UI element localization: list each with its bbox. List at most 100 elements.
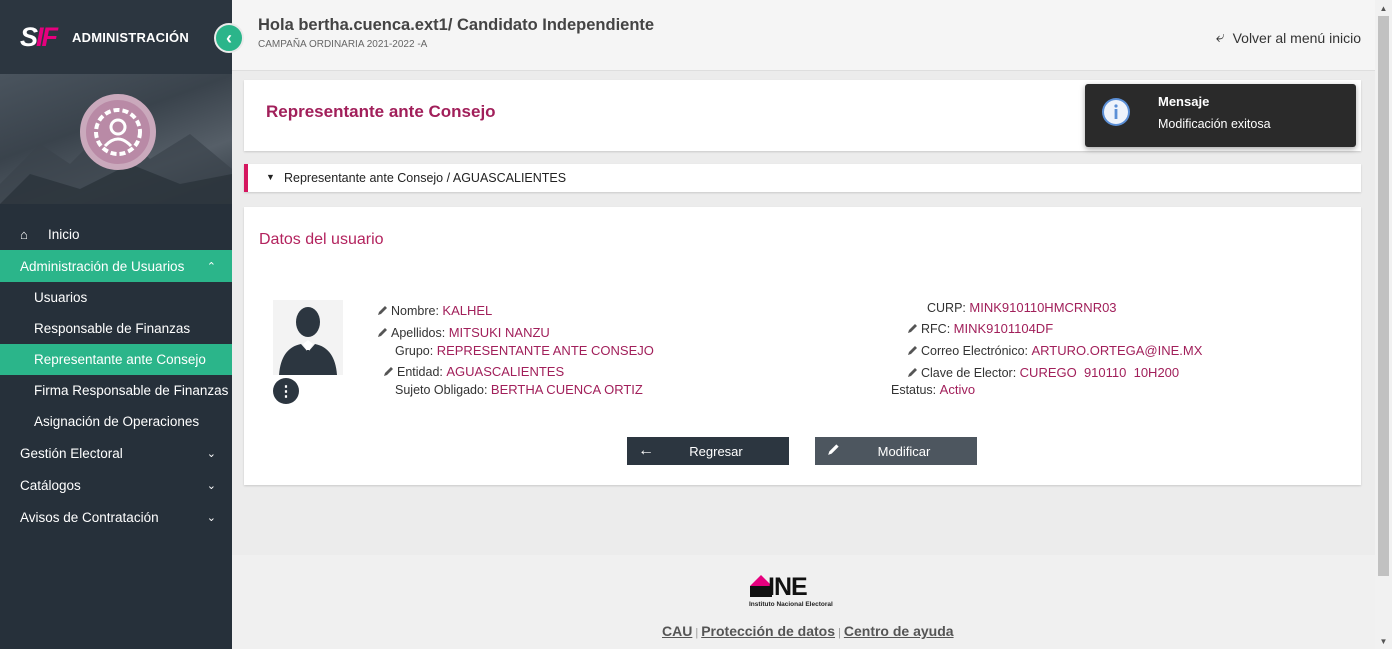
logo-s: S bbox=[20, 21, 38, 52]
toast-message: Modificación exitosa bbox=[1158, 117, 1271, 131]
ine-logo-text: INE bbox=[768, 573, 808, 601]
sidebar-subitem-usuarios[interactable]: Usuarios bbox=[0, 282, 232, 313]
back-button-label: Regresar bbox=[689, 443, 743, 459]
sidebar-item-admin-usuarios[interactable]: Administración de Usuarios ⌃ bbox=[0, 250, 232, 282]
pencil-icon[interactable] bbox=[907, 322, 919, 334]
field-apellidos: Apellidos: MITSUKI NANZU bbox=[377, 325, 550, 340]
toast-title: Mensaje bbox=[1158, 94, 1210, 109]
sidebar-item-label: Gestión Electoral bbox=[20, 445, 123, 461]
field-curp: CURP: MINK910110HMCRNR03 bbox=[927, 300, 1117, 315]
field-label: Apellidos: bbox=[391, 326, 446, 340]
pencil-icon[interactable] bbox=[907, 344, 919, 356]
field-value: MITSUKI NANZU bbox=[448, 325, 550, 340]
field-label: Estatus: bbox=[891, 383, 937, 397]
field-value: ARTURO.ORTEGA@INE.MX bbox=[1031, 343, 1203, 358]
scroll-down-icon[interactable]: ▼ bbox=[1375, 635, 1392, 649]
sidebar-item-catalogos[interactable]: Catálogos ⌄ bbox=[0, 469, 232, 501]
toast-notification[interactable]: Mensaje Modificación exitosa bbox=[1085, 84, 1356, 147]
field-value: KALHEL bbox=[442, 303, 493, 318]
field-label: Grupo: bbox=[395, 344, 434, 358]
sidebar-item-label: Catálogos bbox=[20, 477, 81, 493]
breadcrumb: Representante ante Consejo / AGUASCALIEN… bbox=[284, 171, 567, 185]
breadcrumb-accordion[interactable]: ▼ Representante ante Consejo / AGUASCALI… bbox=[244, 164, 1361, 192]
footer: INE Instituto Nacional Electoral CAU | Pro… bbox=[232, 555, 1375, 649]
user-gear-icon bbox=[94, 108, 142, 156]
sidebar: S IF ADMINISTRACIÓN ⌂ Inicio Administraci… bbox=[0, 0, 232, 649]
back-to-menu-link[interactable]: ⤶ Volver al menú inicio bbox=[1216, 29, 1361, 47]
chevron-left-icon: ‹ bbox=[226, 27, 232, 48]
field-value: MINK910110HMCRNR03 bbox=[969, 300, 1117, 315]
field-nombre: Nombre: KALHEL bbox=[377, 303, 492, 318]
field-value: CUREGO 910110 10H200 bbox=[1019, 365, 1180, 380]
sidebar-item-label: Administración de Usuarios bbox=[20, 258, 185, 274]
user-options-button[interactable]: ⋮ bbox=[273, 378, 299, 404]
pencil-icon[interactable] bbox=[377, 326, 389, 338]
cau-link[interactable]: CAU bbox=[662, 623, 692, 639]
more-vertical-icon: ⋮ bbox=[278, 383, 294, 400]
field-entidad: Entidad: AGUASCALIENTES bbox=[383, 364, 564, 379]
sidebar-subitem-firma-finanzas[interactable]: Firma Responsable de Finanzas bbox=[0, 375, 232, 406]
help-center-link[interactable]: Centro de ayuda bbox=[844, 623, 954, 639]
sidebar-item-avisos-contratacion[interactable]: Avisos de Contratación ⌄ bbox=[0, 501, 232, 533]
user-data-card: Datos del usuario ⋮ Nombre: KALHEL Apell… bbox=[244, 207, 1361, 485]
page-scrollbar[interactable]: ▲ ▼ bbox=[1375, 0, 1392, 649]
back-to-menu-label: Volver al menú inicio bbox=[1232, 30, 1361, 46]
field-label: Nombre: bbox=[391, 304, 439, 318]
field-value: REPRESENTANTE ANTE CONSEJO bbox=[436, 343, 654, 358]
pencil-icon[interactable] bbox=[907, 366, 919, 378]
field-value: AGUASCALIENTES bbox=[446, 364, 565, 379]
status-value: Activo bbox=[939, 382, 976, 397]
field-sujeto-obligado: Sujeto Obligado: BERTHA CUENCA ORTIZ bbox=[395, 382, 643, 397]
user-photo bbox=[273, 300, 343, 375]
field-label: Correo Electrónico: bbox=[921, 344, 1028, 358]
footer-links: CAU | Protección de datos | Centro de ayuda bbox=[662, 623, 954, 639]
sidebar-subitem-responsable-finanzas[interactable]: Responsable de Finanzas bbox=[0, 313, 232, 344]
field-label: Clave de Elector: bbox=[921, 366, 1017, 380]
info-icon bbox=[1102, 98, 1130, 126]
sif-logo: S IF bbox=[20, 21, 58, 53]
chevron-down-icon: ⌄ bbox=[206, 511, 216, 524]
caret-down-icon: ▼ bbox=[266, 172, 275, 182]
back-button[interactable]: ← Regresar bbox=[627, 437, 789, 465]
collapse-sidebar-button[interactable]: ‹ bbox=[214, 23, 244, 53]
brand-title: ADMINISTRACIÓN bbox=[72, 29, 189, 45]
edit-button-label: Modificar bbox=[877, 443, 931, 459]
scroll-thumb[interactable] bbox=[1378, 16, 1389, 576]
field-label: Sujeto Obligado: bbox=[395, 383, 488, 397]
pencil-icon[interactable] bbox=[383, 365, 395, 377]
field-label: CURP: bbox=[927, 301, 966, 315]
field-label: Entidad: bbox=[397, 365, 443, 379]
privacy-link[interactable]: Protección de datos bbox=[701, 623, 835, 639]
chevron-down-icon: ⌄ bbox=[206, 447, 216, 460]
user-greeting: Hola bertha.cuenca.ext1/ Candidato Indep… bbox=[258, 16, 655, 34]
separator: | bbox=[838, 627, 841, 639]
sidebar-subitem-representante-consejo[interactable]: Representante ante Consejo bbox=[0, 344, 232, 375]
avatar[interactable] bbox=[80, 94, 156, 170]
field-value: BERTHA CUENCA ORTIZ bbox=[490, 382, 643, 397]
sidebar-item-label: Avisos de Contratación bbox=[20, 509, 159, 525]
pencil-icon[interactable] bbox=[377, 304, 389, 316]
chevron-up-icon: ⌃ bbox=[206, 260, 216, 273]
scroll-up-icon[interactable]: ▲ bbox=[1375, 2, 1392, 16]
sidebar-subitem-asignacion-operaciones[interactable]: Asignación de Operaciones bbox=[0, 406, 232, 437]
sidebar-item-inicio[interactable]: ⌂ Inicio bbox=[0, 218, 232, 250]
campaign-label: CAMPAÑA ORDINARIA 2021-2022 -A bbox=[258, 39, 428, 50]
logo-if: IF bbox=[36, 21, 58, 52]
separator: | bbox=[695, 627, 699, 639]
sidebar-item-gestion-electoral[interactable]: Gestión Electoral ⌄ bbox=[0, 437, 232, 469]
ine-subtitle: Instituto Nacional Electoral bbox=[749, 601, 833, 608]
field-label: RFC: bbox=[921, 322, 951, 336]
field-estatus: Estatus: Activo bbox=[891, 382, 975, 397]
field-value: MINK9101104DF bbox=[953, 321, 1054, 336]
section-title: Datos del usuario bbox=[259, 231, 384, 248]
arrow-left-icon: ← bbox=[638, 442, 654, 459]
field-correo: Correo Electrónico: ARTURO.ORTEGA@INE.MX bbox=[907, 343, 1202, 358]
sidebar-item-label: Inicio bbox=[48, 226, 80, 242]
field-grupo: Grupo: REPRESENTANTE ANTE CONSEJO bbox=[395, 343, 654, 358]
page-title: Representante ante Consejo bbox=[266, 102, 496, 121]
top-header: Hola bertha.cuenca.ext1/ Candidato Indep… bbox=[232, 0, 1375, 71]
sidebar-nav: ⌂ Inicio Administración de Usuarios ⌃ Us… bbox=[0, 204, 232, 533]
reply-arrow-icon: ⤶ bbox=[1215, 29, 1225, 46]
brand-bar: S IF ADMINISTRACIÓN bbox=[0, 0, 232, 74]
edit-button[interactable]: Modificar bbox=[815, 437, 977, 465]
